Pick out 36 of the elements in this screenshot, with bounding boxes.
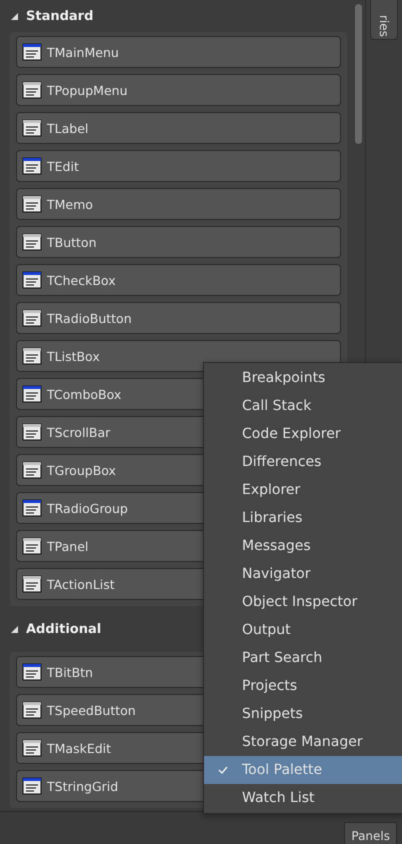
component-icon: [22, 499, 42, 517]
component-icon: [22, 461, 42, 479]
component-icon: [22, 423, 42, 441]
scrollbar-thumb[interactable]: [355, 4, 362, 144]
component-button[interactable]: TCheckBox: [16, 264, 341, 296]
panels-button[interactable]: Panels: [344, 822, 397, 844]
category-header[interactable]: Additional: [26, 622, 102, 636]
component-button[interactable]: TEdit: [16, 150, 341, 182]
component-icon: [22, 701, 42, 719]
component-icon: [22, 347, 42, 365]
component-icon: [22, 271, 42, 289]
component-icon: [22, 385, 42, 403]
component-button[interactable]: TMemo: [16, 188, 341, 220]
expand-triangle-icon[interactable]: [11, 626, 18, 632]
expand-triangle-icon[interactable]: [11, 12, 18, 20]
component-button[interactable]: TMainMenu: [16, 36, 341, 68]
component-icon: [22, 663, 42, 681]
side-tab[interactable]: ries: [370, 0, 398, 40]
component-icon: [22, 537, 42, 555]
component-icon: [22, 739, 42, 757]
component-icon: [22, 195, 42, 213]
menu-item[interactable]: Output: [204, 616, 402, 644]
component-icon: [22, 43, 42, 61]
component-icon: [22, 309, 42, 327]
component-icon: [22, 233, 42, 251]
category-header[interactable]: Standard: [26, 8, 94, 24]
component-button[interactable]: TButton: [16, 226, 341, 258]
component-icon: [22, 575, 42, 593]
menu-item[interactable]: Tool Palette: [204, 756, 402, 784]
component-icon: [22, 119, 42, 137]
component-button[interactable]: TRadioButton: [16, 302, 341, 334]
component-icon: [22, 777, 42, 795]
component-button[interactable]: TPopupMenu: [16, 74, 341, 106]
component-button[interactable]: TLabel: [16, 112, 341, 144]
component-icon: [22, 157, 42, 175]
component-icon: [22, 81, 42, 99]
